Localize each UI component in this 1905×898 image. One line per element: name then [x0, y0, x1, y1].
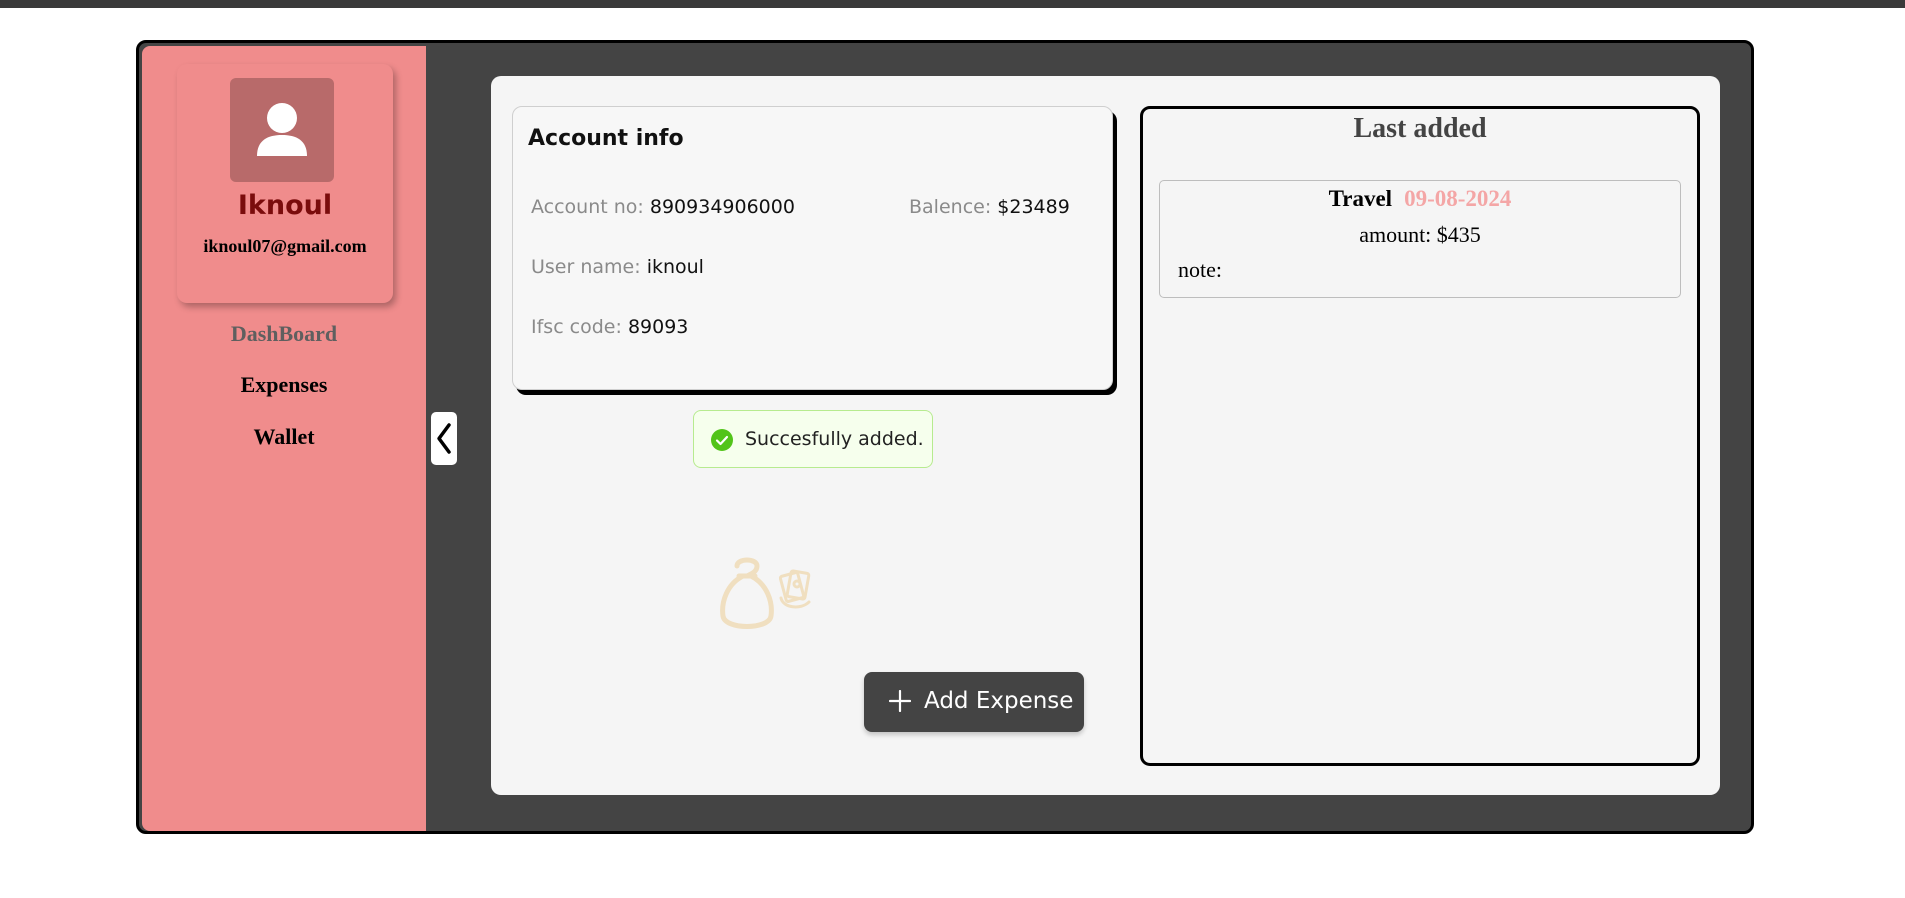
ifsc-value: 89093 — [627, 316, 689, 338]
expense-amount: amount: $435 — [1359, 222, 1481, 247]
account-info-title: Account info — [528, 126, 684, 151]
account-no-value: 890934906000 — [649, 196, 795, 218]
avatar — [230, 78, 334, 182]
account-no-field: Account no: 890934906000 — [531, 196, 795, 218]
expense-header: Travel 09-08-2024 — [1160, 186, 1680, 212]
ifsc-field: Ifsc code: 89093 — [531, 316, 688, 338]
expense-note: note: — [1178, 257, 1222, 282]
account-info-card: Account info Account no: 890934906000 Ba… — [512, 106, 1113, 390]
browser-top-edge — [0, 0, 1905, 8]
success-toast: Succesfully added. — [693, 410, 933, 468]
expense-category: Travel — [1328, 186, 1393, 211]
money-bag-icon — [720, 557, 811, 629]
nav-item-wallet[interactable]: Wallet — [142, 424, 426, 450]
last-added-panel: Last added Travel 09-08-2024 amount: $435… — [1140, 106, 1700, 766]
expense-date: 09-08-2024 — [1404, 186, 1512, 211]
last-added-title: Last added — [1353, 113, 1487, 144]
account-no-label: Account no: — [531, 196, 644, 218]
profile-email: iknoul07@gmail.com — [203, 236, 367, 256]
sidebar-collapse-button[interactable] — [431, 412, 457, 465]
username-value: iknoul — [646, 256, 704, 278]
check-circle-icon — [711, 429, 733, 451]
balance-field: Balence: $23489 — [909, 196, 1070, 218]
user-icon — [257, 103, 307, 156]
profile-card: Iknoul iknoul07@gmail.com — [177, 64, 393, 303]
nav-item-dashboard[interactable]: DashBoard — [142, 321, 426, 347]
nav-item-expenses[interactable]: Expenses — [142, 372, 426, 398]
toast-message: Succesfully added. — [745, 428, 924, 450]
balance-label: Balence: — [909, 196, 992, 218]
balance-value: $23489 — [997, 196, 1070, 218]
ifsc-label: Ifsc code: — [531, 316, 622, 338]
add-expense-button[interactable]: Add Expense — [864, 672, 1084, 732]
main-panel: Account info Account no: 890934906000 Ba… — [491, 76, 1720, 795]
app-frame: Iknoul iknoul07@gmail.com DashBoard Expe… — [136, 40, 1754, 834]
add-expense-label: Add Expense — [924, 688, 1074, 714]
sidebar: Iknoul iknoul07@gmail.com DashBoard Expe… — [142, 46, 426, 831]
profile-name: Iknoul — [237, 190, 333, 221]
chevron-left-icon — [437, 423, 451, 454]
username-label: User name: — [531, 256, 641, 278]
plus-icon — [889, 690, 911, 712]
expense-card[interactable]: Travel 09-08-2024 amount: $435 note: — [1159, 180, 1681, 298]
username-field: User name: iknoul — [531, 256, 704, 278]
